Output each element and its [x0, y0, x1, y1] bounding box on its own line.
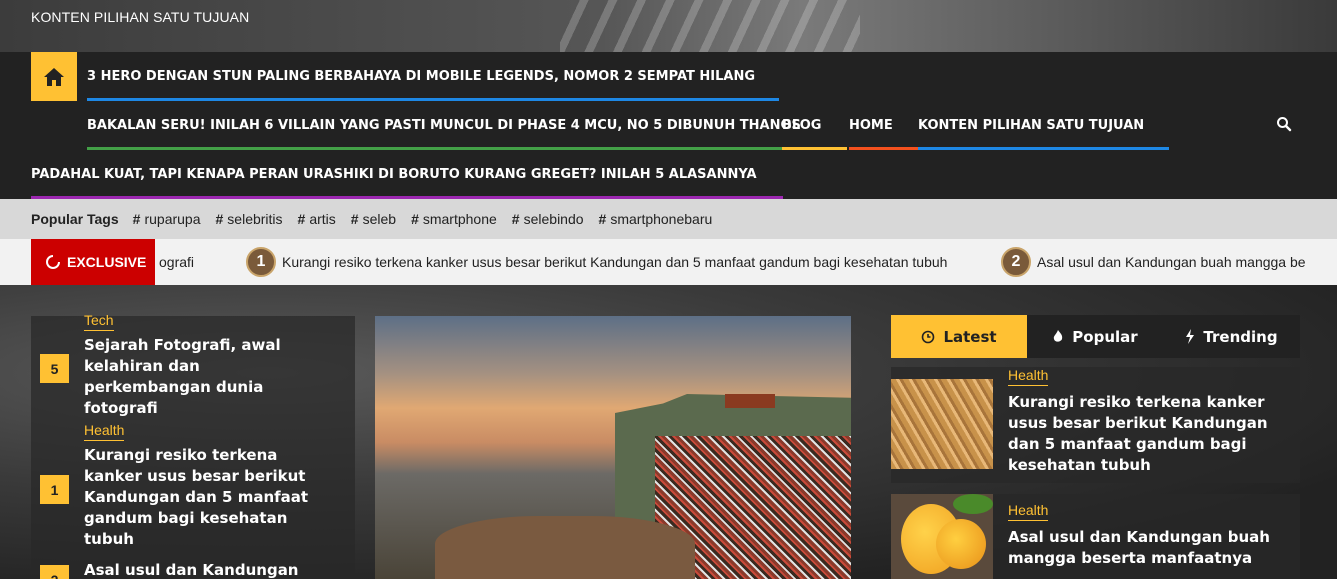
category-label[interactable]: Health [84, 422, 125, 441]
article-title[interactable]: Sejarah Fotografi, awal kelahiran dan pe… [84, 335, 314, 419]
news-ticker: ografi 1 Kurangi resiko terkena kanker u… [0, 239, 1337, 285]
list-item[interactable]: Health Kurangi resiko terkena kanker usu… [84, 422, 314, 550]
popular-tags-label: Popular Tags [31, 211, 119, 227]
list-item[interactable]: Tech Sejarah Fotografi, awal kelahiran d… [84, 312, 314, 419]
rank-badge: 2 [40, 565, 69, 579]
home-icon [44, 67, 64, 86]
post-card[interactable]: Health Asal usul dan Kandungan buah mang… [891, 494, 1300, 579]
tag-link[interactable]: # selebindo [512, 211, 584, 227]
featured-image[interactable] [375, 316, 851, 579]
nav-item-urashiki[interactable]: PADAHAL KUAT, TAPI KENAPA PERAN URASHIKI… [31, 150, 783, 199]
top-banner: KONTEN PILIHAN SATU TUJUAN [0, 0, 1337, 52]
nav-item-konten-pilihan[interactable]: KONTEN PILIHAN SATU TUJUAN [918, 101, 1170, 150]
ticker-number-badge: 1 [246, 247, 276, 277]
rank-badge: 5 [40, 354, 69, 383]
tab-trending[interactable]: Trending [1163, 315, 1300, 358]
bolt-icon [1186, 329, 1195, 344]
banner-background-image [560, 0, 860, 52]
tab-popular[interactable]: Popular [1027, 315, 1163, 358]
mango-leaf-shape [953, 494, 993, 514]
fire-icon [1054, 330, 1063, 342]
ticker-item[interactable]: 2 Asal usul dan Kandungan buah mangga be [1001, 239, 1306, 285]
site-title[interactable]: KONTEN PILIHAN SATU TUJUAN [31, 9, 249, 25]
nav-underline [849, 147, 918, 150]
ticker-item[interactable]: 1 Kurangi resiko terkena kanker usus bes… [246, 239, 947, 285]
hash-icon: # [411, 211, 419, 227]
ticker-number-badge: 2 [1001, 247, 1031, 277]
search-icon [1277, 117, 1292, 132]
hash-icon: # [297, 211, 306, 227]
article-title[interactable]: Asal usul dan Kandungan [84, 560, 314, 579]
tag-link[interactable]: # artis [298, 211, 336, 227]
popular-tags-bar: Popular Tags # ruparupa # selebritis # arti… [0, 199, 1337, 239]
home-button[interactable] [31, 52, 77, 101]
post-title[interactable]: Asal usul dan Kandungan buah mangga bese… [1008, 527, 1293, 569]
stage-shape [435, 516, 695, 579]
ticker-item-partial[interactable]: ografi [159, 239, 194, 285]
hash-icon: # [350, 211, 359, 227]
post-text: Health Kurangi resiko terkena kanker usu… [1008, 367, 1293, 476]
post-card[interactable]: Health Kurangi resiko terkena kanker usu… [891, 367, 1300, 483]
nav-item-mobile-legends[interactable]: 3 HERO DENGAN STUN PALING BERBAHAYA DI M… [87, 52, 780, 101]
rank-badge: 1 [40, 475, 69, 504]
tag-link[interactable]: # seleb [351, 211, 396, 227]
temple-shape [725, 394, 775, 408]
tag-link[interactable]: # ruparupa [133, 211, 201, 227]
hash-icon: # [511, 211, 520, 227]
category-label[interactable]: Health [1008, 367, 1049, 386]
tag-link[interactable]: # selebritis [216, 211, 283, 227]
post-text: Health Asal usul dan Kandungan buah mang… [1008, 494, 1293, 569]
nav-item-home[interactable]: HOME [849, 101, 918, 150]
clock-icon [922, 330, 935, 343]
nav-underline [782, 147, 848, 150]
tag-link[interactable]: # smartphone [411, 211, 497, 227]
exclusive-badge: EXCLUSIVE [31, 239, 155, 285]
post-thumbnail-mango[interactable] [891, 494, 993, 579]
post-tabs-panel: Latest Popular Trending Health Kurangi r… [891, 315, 1300, 579]
post-title[interactable]: Kurangi resiko terkena kanker usus besar… [1008, 392, 1293, 476]
search-button[interactable] [1276, 116, 1296, 136]
nav-item-mcu-villain[interactable]: BAKALAN SERU! INILAH 6 VILLAIN YANG PAST… [87, 101, 825, 150]
hash-icon: # [132, 211, 141, 227]
category-label[interactable]: Health [1008, 502, 1049, 521]
nav-underline [918, 147, 1170, 150]
list-item[interactable]: Asal usul dan Kandungan [84, 534, 314, 579]
category-label[interactable]: Tech [84, 312, 114, 331]
nav-item-blog[interactable]: BLOG [782, 101, 848, 150]
tag-link[interactable]: # smartphonebaru [599, 211, 713, 227]
main-navigation: 3 HERO DENGAN STUN PALING BERBAHAYA DI M… [0, 52, 1337, 199]
spinner-icon [46, 255, 60, 269]
hash-icon: # [215, 211, 224, 227]
tab-latest[interactable]: Latest [891, 315, 1027, 358]
post-thumbnail-wheat[interactable] [891, 379, 993, 469]
mango-shape [936, 519, 986, 569]
tab-bar: Latest Popular Trending [891, 315, 1300, 358]
hash-icon: # [598, 211, 607, 227]
